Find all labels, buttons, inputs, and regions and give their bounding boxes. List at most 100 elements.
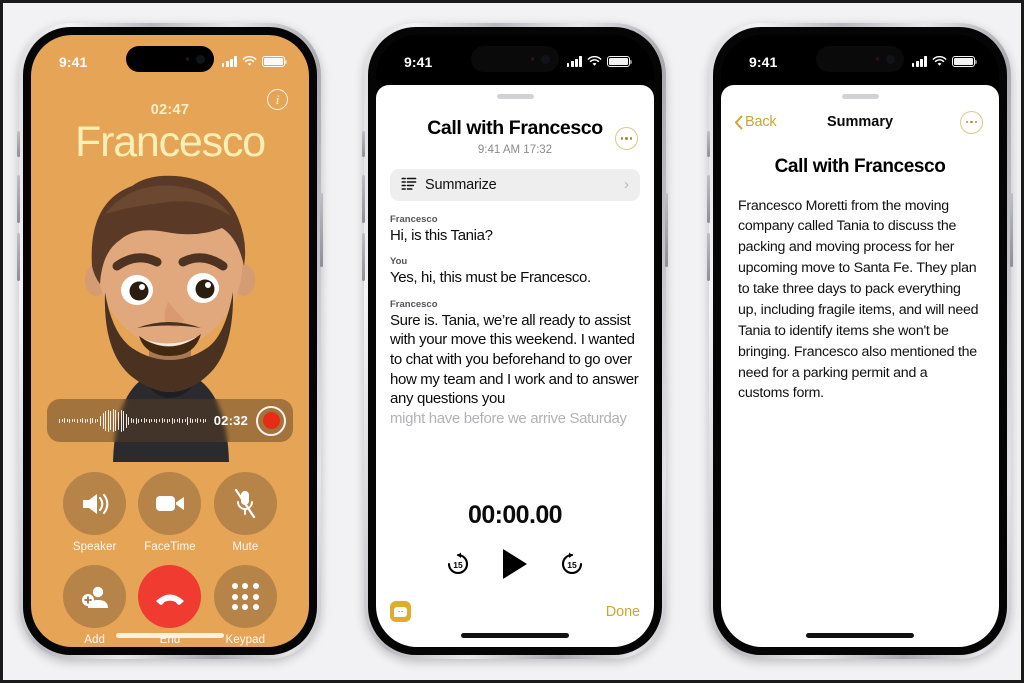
call-control-label: Add xyxy=(84,634,106,646)
phone-summary-screen: 9:41 Back Summary Call with Francesco Fr… xyxy=(707,23,1013,659)
home-indicator[interactable] xyxy=(806,633,914,638)
phone-bezel: 9:41 xyxy=(713,27,1007,655)
wifi-icon xyxy=(932,56,947,66)
phone-bezel: 9:41 i 02:47 Francesco 02:32 Speaker Fac… xyxy=(23,27,317,655)
wifi-icon xyxy=(587,56,602,66)
summarize-lines-icon xyxy=(401,177,417,190)
silence-switch[interactable] xyxy=(707,131,710,157)
status-bar-indicators xyxy=(566,55,633,68)
call-control-label: FaceTime xyxy=(144,541,196,553)
transcript-entry: Francesco Hi, is this Tania? xyxy=(390,214,640,246)
audio-player: 00:00.00 15 15 xyxy=(376,501,654,579)
call-control-speaker[interactable]: Speaker xyxy=(57,472,132,553)
more-options-icon[interactable] xyxy=(615,127,638,150)
silence-switch[interactable] xyxy=(362,131,365,157)
power-button[interactable] xyxy=(665,193,668,267)
transcript-entry: Francesco Sure is. Tania, we’re all read… xyxy=(390,299,640,429)
skip-back-15-icon[interactable]: 15 xyxy=(445,551,471,577)
messages-app-icon[interactable] xyxy=(390,601,411,622)
cellular-bars-icon xyxy=(911,56,927,67)
status-bar-indicators xyxy=(911,55,978,68)
volume-down-button[interactable] xyxy=(707,233,710,281)
face-id-dot-icon xyxy=(875,57,879,61)
call-control-label: Speaker xyxy=(72,541,117,553)
volume-down-button[interactable] xyxy=(17,233,20,281)
active-call-view: 9:41 i 02:47 Francesco 02:32 Speaker Fac… xyxy=(31,35,309,647)
transcript-list[interactable]: Francesco Hi, is this Tania? You Yes, hi… xyxy=(376,201,654,429)
microphone-muted-icon xyxy=(213,472,277,535)
summary-view: 9:41 Back Summary Call with Francesco Fr… xyxy=(721,35,999,647)
transcript-view: 9:41 Call with Francesco 9:41 AM 17:32 S… xyxy=(376,35,654,647)
back-button[interactable]: Back xyxy=(734,114,777,130)
summarize-button[interactable]: Summarize › xyxy=(390,168,640,201)
transcript-sheet: Call with Francesco 9:41 AM 17:32 Summar… xyxy=(376,85,654,647)
done-button[interactable]: Done xyxy=(606,604,640,620)
transcript-speaker: Francesco xyxy=(390,213,438,225)
keypad-icon xyxy=(213,565,277,628)
status-bar-time: 9:41 xyxy=(59,53,88,70)
video-camera-icon xyxy=(138,472,202,535)
transcript-speaker: Francesco xyxy=(390,298,438,310)
transcript-text: Sure is. Tania, we’re all ready to assis… xyxy=(390,311,639,408)
status-bar-indicators xyxy=(221,55,288,68)
silence-switch[interactable] xyxy=(17,131,20,157)
player-controls: 15 15 xyxy=(376,549,654,579)
call-control-label: Mute xyxy=(232,541,259,553)
screenshot-root: 9:41 i 02:47 Francesco 02:32 Speaker Fac… xyxy=(0,0,1024,683)
face-id-dot-icon xyxy=(530,57,534,61)
sheet-footer: Done xyxy=(376,601,654,622)
chevron-right-icon: › xyxy=(624,176,629,193)
caller-name: Francesco xyxy=(75,118,266,166)
phone-transcript-screen: 9:41 Call with Francesco 9:41 AM 17:32 S… xyxy=(362,23,668,659)
summary-body: Francesco Moretti from the moving compan… xyxy=(738,197,979,402)
transcript-subtitle: 9:41 AM 17:32 xyxy=(477,143,553,156)
volume-up-button[interactable] xyxy=(707,175,710,223)
volume-up-button[interactable] xyxy=(362,175,365,223)
cellular-bars-icon xyxy=(566,56,582,67)
summarize-label: Summarize xyxy=(425,176,497,193)
status-bar-time: 9:41 xyxy=(749,53,778,70)
call-control-facetime[interactable]: FaceTime xyxy=(132,472,207,553)
front-camera-icon xyxy=(196,54,205,64)
dynamic-island xyxy=(816,46,904,72)
transcript-speaker: You xyxy=(390,256,408,268)
record-stop-button[interactable] xyxy=(256,405,286,436)
speaker-icon xyxy=(63,472,127,535)
home-indicator[interactable] xyxy=(461,633,569,638)
dynamic-island xyxy=(126,46,214,72)
add-person-icon xyxy=(63,565,127,628)
skip-forward-15-icon[interactable]: 15 xyxy=(559,551,585,577)
phone-bezel: 9:41 xyxy=(368,27,662,655)
phone3-screen: 9:41 Back Summary Call with Francesco Fr… xyxy=(721,35,999,647)
transcript-text-faded: might have before we arrive Saturday xyxy=(390,409,627,427)
transcript-text: Hi, is this Tania? xyxy=(390,226,493,244)
call-duration: 02:47 xyxy=(150,102,190,118)
summary-heading: Call with Francesco xyxy=(774,155,946,177)
call-controls-grid: Speaker FaceTime Mute Add End Keypad xyxy=(31,472,309,646)
face-id-dot-icon xyxy=(185,57,189,61)
svg-text:15: 15 xyxy=(453,560,463,570)
volume-down-button[interactable] xyxy=(362,233,365,281)
front-camera-icon xyxy=(886,54,895,64)
chevron-left-icon xyxy=(735,115,743,129)
call-control-mute[interactable]: Mute xyxy=(208,472,283,553)
power-button[interactable] xyxy=(1010,193,1013,267)
volume-up-button[interactable] xyxy=(17,175,20,223)
wifi-icon xyxy=(242,56,257,66)
transcript-text: Yes, hi, this must be Francesco. xyxy=(390,269,591,287)
back-label: Back xyxy=(745,114,777,130)
dynamic-island xyxy=(471,46,559,72)
battery-full-icon xyxy=(607,55,633,68)
home-indicator[interactable] xyxy=(116,633,224,638)
sheet-grabber[interactable] xyxy=(496,94,534,99)
more-options-icon[interactable] xyxy=(960,110,983,134)
call-recording-bar[interactable]: 02:32 xyxy=(47,399,293,442)
power-button[interactable] xyxy=(320,193,323,267)
play-icon[interactable] xyxy=(503,549,527,579)
phone-call-screen: 9:41 i 02:47 Francesco 02:32 Speaker Fac… xyxy=(17,23,323,659)
transcript-entry: You Yes, hi, this must be Francesco. xyxy=(390,256,640,288)
player-elapsed-time: 00:00.00 xyxy=(468,501,563,529)
summary-sheet: Back Summary Call with Francesco Frances… xyxy=(721,85,999,647)
battery-full-icon xyxy=(952,55,978,68)
phone1-screen: 9:41 i 02:47 Francesco 02:32 Speaker Fac… xyxy=(31,35,309,647)
